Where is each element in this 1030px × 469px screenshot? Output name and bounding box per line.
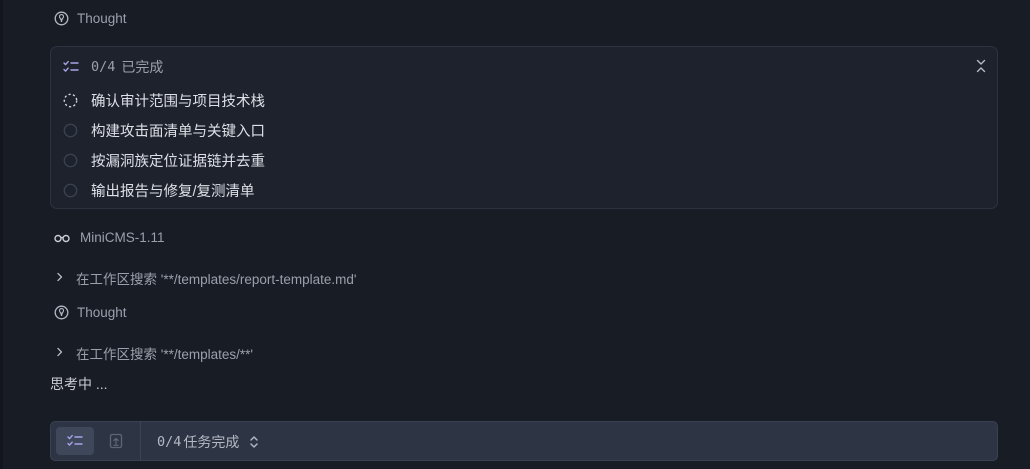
search-result-row[interactable]: 在工作区搜索 '**/templates/**' (56, 343, 253, 363)
todo-item[interactable]: 输出报告与修复/复测清单 (63, 180, 255, 201)
in-progress-icon (63, 93, 78, 108)
chevron-right-icon (56, 272, 66, 285)
thought-label: Thought (77, 305, 127, 320)
todo-item[interactable]: 确认审计范围与项目技术栈 (63, 90, 265, 111)
task-progress-dropdown[interactable]: 0/4 任务完成 (157, 432, 259, 452)
task-status-label: 任务完成 (183, 434, 240, 450)
pending-circle-icon (63, 183, 78, 198)
left-edge (0, 0, 3, 469)
search-result-label: 在工作区搜索 '**/templates/report-template.md' (76, 272, 357, 287)
checklist-icon (67, 434, 83, 448)
lightbulb-icon (54, 11, 69, 26)
checklist-icon (63, 60, 79, 74)
todo-count: 0/4 (91, 59, 116, 75)
workspace-label: MiniCMS-1.11 (80, 230, 165, 245)
pending-circle-icon (63, 123, 78, 138)
todo-item-label: 确认审计范围与项目技术栈 (91, 94, 265, 110)
thinking-status: 思考中 ... (50, 376, 108, 392)
search-result-label: 在工作区搜索 '**/templates/**' (76, 347, 253, 362)
todo-item[interactable]: 构建攻击面清单与关键入口 (63, 120, 265, 141)
thought-label: Thought (77, 11, 127, 26)
todo-item-label: 按漏洞族定位证据链并去重 (91, 154, 265, 170)
file-upload-icon (109, 433, 123, 449)
todo-list-button[interactable] (56, 427, 94, 455)
chevron-right-icon (56, 347, 66, 360)
collapse-button[interactable] (974, 58, 988, 74)
workspace-row[interactable]: MiniCMS-1.11 (54, 230, 165, 245)
thought-row[interactable]: Thought (54, 305, 127, 320)
thought-row[interactable]: Thought (54, 11, 127, 26)
glasses-icon (54, 233, 70, 243)
divider (140, 422, 141, 460)
pending-circle-icon (63, 153, 78, 168)
todo-card: 0/4 已完成 确认审计范围与项目技术栈 构建攻击面清单与关键入口 按漏洞族定位… (50, 46, 998, 209)
todo-header: 0/4 已完成 (63, 57, 163, 77)
todo-item-label: 构建攻击面清单与关键入口 (91, 124, 265, 140)
lightbulb-icon (54, 305, 69, 320)
search-result-row[interactable]: 在工作区搜索 '**/templates/report-template.md' (56, 268, 357, 288)
chevron-up-down-icon (249, 435, 259, 449)
todo-done-label: 已完成 (121, 59, 164, 75)
collapse-icon (975, 58, 987, 74)
task-count: 0/4 (157, 434, 182, 450)
files-button[interactable] (97, 427, 135, 455)
todo-item[interactable]: 按漏洞族定位证据链并去重 (63, 150, 265, 171)
todo-item-label: 输出报告与修复/复测清单 (91, 184, 255, 200)
task-status-bar: 0/4 任务完成 (50, 421, 998, 461)
